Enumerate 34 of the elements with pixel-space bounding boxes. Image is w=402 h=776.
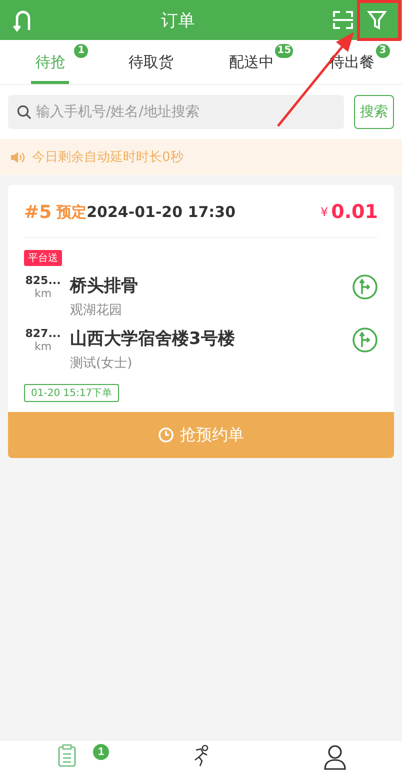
grab-order-button[interactable]: 抢预约单 [8,412,394,458]
order-number: #5 [24,202,52,222]
tab[interactable]: 待取货 [100,40,201,84]
order-price: 0.01 [331,201,378,223]
speaker-icon [10,150,26,164]
count-badge: 1 [74,44,88,58]
route-icon[interactable] [352,274,378,300]
profile-icon [323,744,347,770]
search-button[interactable]: 搜索 [354,95,394,129]
clock-icon [158,427,174,443]
count-badge: 15 [275,44,294,58]
search-field[interactable]: 输入手机号/姓名/地址搜索 [8,95,344,129]
search-icon [17,105,32,120]
place-detail: 测试(女士) [70,355,134,372]
notice-text: 今日剩余自动延时时长0秒 [32,149,184,166]
distance: 827... [25,327,61,340]
page-title: 订单 [160,10,196,32]
clipboard-icon [57,744,77,768]
distance-unit: km [34,340,52,353]
order-time: 2024-01-20 17:30 [86,203,237,221]
distance-unit: km [34,287,52,300]
currency: ¥ [320,205,328,219]
order-placed-time: 01-20 15:17下单 [24,384,120,402]
count-badge: 3 [376,44,390,58]
delivery-tag: 平台送 [24,250,62,266]
highlight-frame [357,0,401,42]
place-detail: 观湖花园 [70,302,123,319]
route-icon[interactable] [352,327,378,353]
distance: 825... [25,274,61,287]
count-badge: 1 [93,744,109,760]
tab[interactable]: 配送中 15 [201,40,302,84]
place-name: 桥头排骨 [70,275,139,297]
order-type: 预定 [56,202,87,222]
place-name: 山西大学宿舍楼3号楼 [70,328,236,350]
